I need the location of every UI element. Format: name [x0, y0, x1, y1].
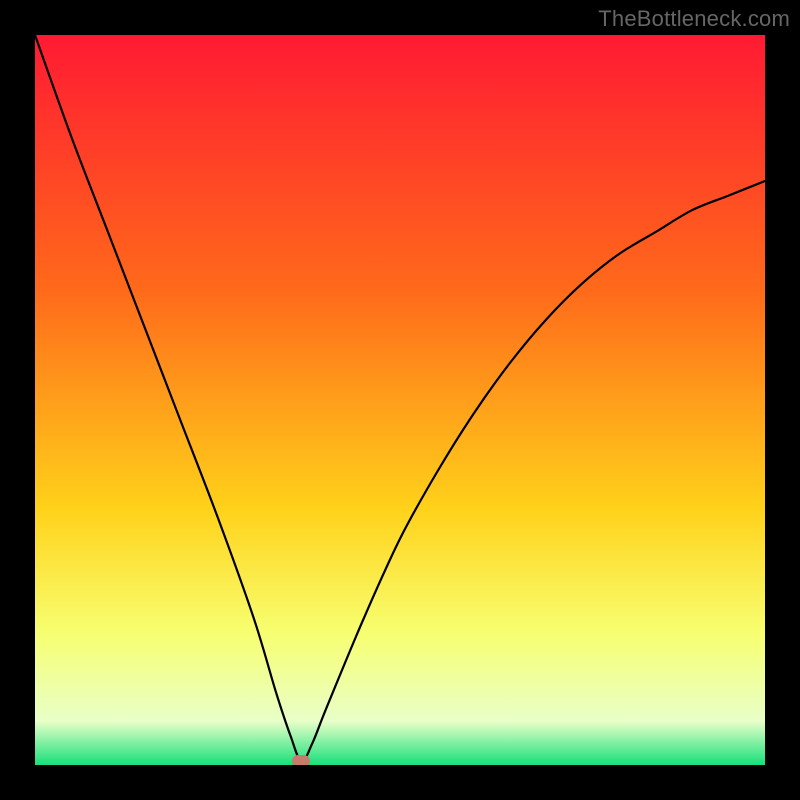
bottleneck-curve: [35, 35, 765, 765]
chart-frame: TheBottleneck.com: [0, 0, 800, 800]
minimum-marker: [292, 755, 310, 765]
watermark-text: TheBottleneck.com: [598, 6, 790, 32]
curve-path: [35, 35, 765, 761]
plot-area: [35, 35, 765, 765]
